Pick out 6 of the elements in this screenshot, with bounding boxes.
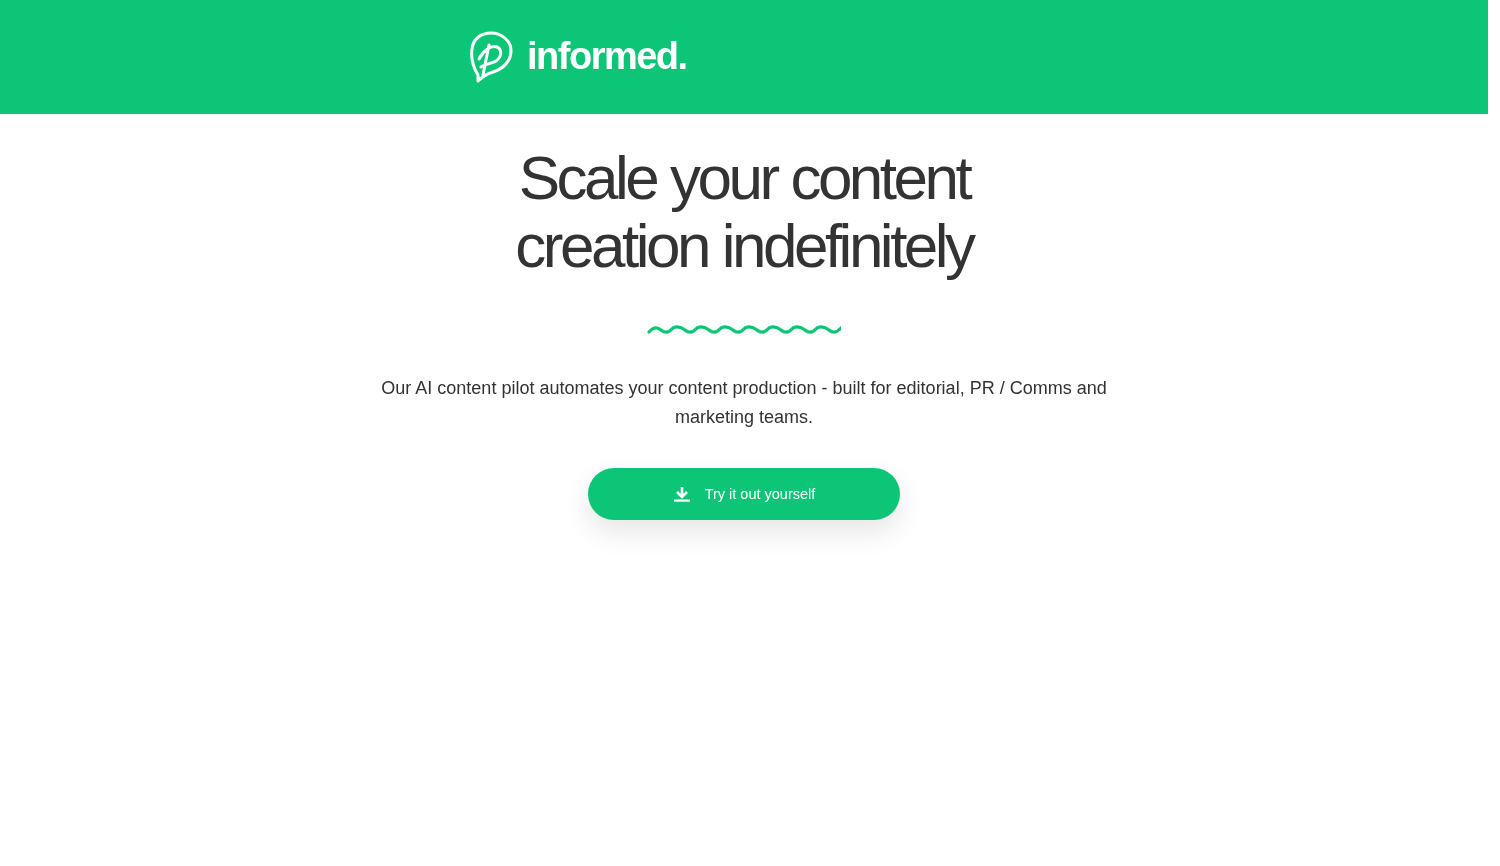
try-it-button[interactable]: Try it out yourself: [588, 468, 900, 520]
logo-icon: [469, 31, 513, 83]
hero-heading: Scale your content creation indefinitely: [514, 144, 975, 280]
logo-wordmark[interactable]: informed.: [527, 36, 687, 78]
download-icon: [672, 486, 691, 502]
hero-description: Our AI content pilot automates your content production - built for editorial, PR / Comms and marketing teams.: [380, 377, 1108, 429]
